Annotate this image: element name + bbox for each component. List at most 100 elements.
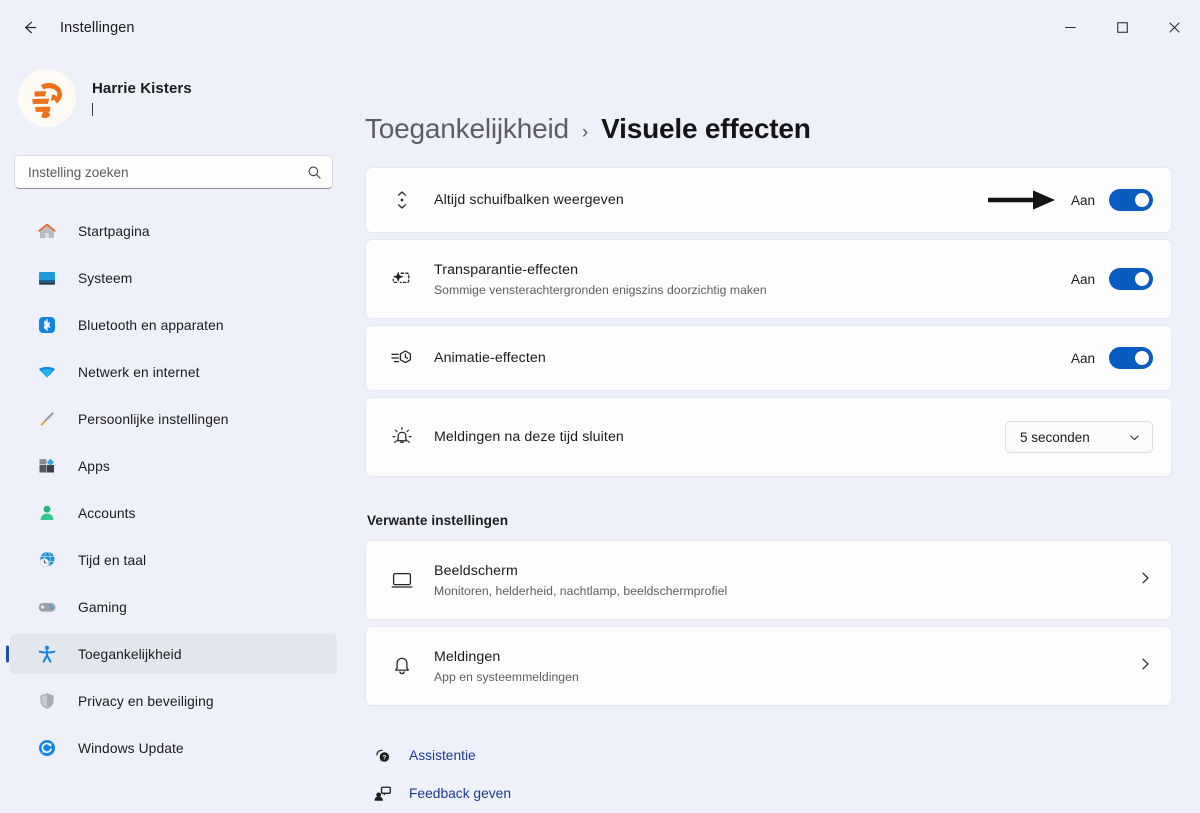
profile-subtitle <box>92 102 192 117</box>
profile-name: Harrie Kisters <box>92 79 192 97</box>
bluetooth-icon <box>36 314 58 336</box>
chevron-right-icon <box>1137 656 1153 677</box>
setting-control: Aan <box>988 189 1153 211</box>
related-row-beeldscherm[interactable]: Beeldscherm Monitoren, helderheid, nacht… <box>365 540 1172 620</box>
back-button[interactable] <box>6 10 52 46</box>
apps-icon <box>36 455 58 477</box>
sidebar-item-label: Bluetooth en apparaten <box>78 317 224 333</box>
sidebar-item-startpagina[interactable]: Startpagina <box>10 211 337 251</box>
close-button[interactable] <box>1148 0 1200 55</box>
setting-title: Animatie-effecten <box>434 350 546 366</box>
footer-link-assistentie[interactable]: ? Assistentie <box>365 736 1172 774</box>
setting-control: Aan <box>1071 268 1153 290</box>
toggle-state-label: Aan <box>1070 350 1095 366</box>
sidebar-item-label: Startpagina <box>78 223 150 239</box>
sidebar-item-label: Gaming <box>78 599 127 615</box>
title-bar: Instellingen <box>0 0 1200 55</box>
setting-row-always-show-scrollbars[interactable]: Altijd schuifbalken weergeven Aan <box>365 167 1172 233</box>
maximize-button[interactable] <box>1096 0 1148 55</box>
search-icon <box>308 166 321 179</box>
setting-row-animation-effects[interactable]: Animatie-effecten Aan <box>365 325 1172 391</box>
gamepad-icon <box>36 596 58 618</box>
sidebar-item-systeem[interactable]: Systeem <box>10 258 337 298</box>
sidebar-item-label: Toegankelijkheid <box>78 646 182 662</box>
sidebar: Harrie Kisters Instelling zoeken Startpa… <box>0 55 347 813</box>
settings-window: Instellingen Harrie Kisters Instelling z… <box>0 0 1200 813</box>
svg-text:?: ? <box>382 754 386 761</box>
home-icon <box>36 220 58 242</box>
search-input[interactable] <box>28 164 307 180</box>
sidebar-item-label: Systeem <box>78 270 133 286</box>
sidebar-item-windows-update[interactable]: Windows Update <box>10 728 337 768</box>
app-title: Instellingen <box>60 19 135 36</box>
related-title: Meldingen <box>434 648 501 665</box>
sidebar-item-gaming[interactable]: Gaming <box>10 587 337 627</box>
toggle-state-label: Aan <box>1070 192 1095 208</box>
related-title: Beeldscherm <box>434 562 518 579</box>
window-body: Harrie Kisters Instelling zoeken Startpa… <box>0 55 1200 813</box>
breadcrumb: Toegankelijkheid › Visuele effecten <box>365 55 1172 167</box>
sidebar-item-label: Windows Update <box>78 740 184 756</box>
user-avatar-icon <box>18 69 76 127</box>
clock-globe-icon <box>36 549 58 571</box>
help-question-icon: ? <box>369 746 395 765</box>
profile-block[interactable]: Harrie Kisters <box>0 55 347 133</box>
setting-control: Aan <box>1071 347 1153 369</box>
toggle-transparency-effects[interactable] <box>1109 268 1153 290</box>
setting-row-dismiss-notifications-after[interactable]: Meldingen na deze tijd sluiten 5 seconde… <box>365 397 1172 477</box>
sidebar-item-label: Persoonlijke instellingen <box>78 411 229 427</box>
minimize-icon <box>1064 26 1076 29</box>
sidebar-item-label: Accounts <box>78 505 136 521</box>
transparency-sparkle-icon <box>384 268 420 290</box>
account-person-icon <box>36 502 58 524</box>
related-text: Beeldscherm Monitoren, helderheid, nacht… <box>434 563 1137 598</box>
profile-text: Harrie Kisters <box>92 79 192 117</box>
sidebar-item-label: Apps <box>78 458 110 474</box>
wifi-icon <box>36 361 58 383</box>
breadcrumb-parent[interactable]: Toegankelijkheid <box>365 113 569 145</box>
scrollbar-arrows-icon <box>384 188 420 212</box>
sidebar-item-accounts[interactable]: Accounts <box>10 493 337 533</box>
search-wrapper <box>0 133 347 189</box>
main-content: Toegankelijkheid › Visuele effecten Alti… <box>347 55 1200 813</box>
window-controls <box>1044 0 1200 55</box>
maximize-icon <box>1116 22 1128 33</box>
sidebar-item-netwerk[interactable]: Netwerk en internet <box>10 352 337 392</box>
sidebar-item-label: Netwerk en internet <box>78 364 200 380</box>
setting-text: Transparantie-effecten Sommige vensterac… <box>434 262 1057 297</box>
dropdown-dismiss-notifications-after[interactable]: 5 seconden <box>1005 421 1153 453</box>
toggle-always-show-scrollbars[interactable] <box>1109 189 1153 211</box>
accessibility-person-icon <box>36 643 58 665</box>
chevron-down-icon <box>1130 434 1139 440</box>
sidebar-item-label: Privacy en beveiliging <box>78 693 214 709</box>
notification-bell-rays-icon <box>384 425 420 449</box>
setting-title: Altijd schuifbalken weergeven <box>434 192 624 208</box>
footer-links: ? Assistentie Feedback geven <box>365 736 1172 813</box>
sidebar-item-toegankelijkheid[interactable]: Toegankelijkheid <box>10 634 337 674</box>
related-text: Meldingen App en systeemmeldingen <box>434 649 1137 684</box>
footer-link-label: Feedback geven <box>409 785 512 801</box>
footer-link-feedback-geven[interactable]: Feedback geven <box>365 774 1172 812</box>
page-title: Visuele effecten <box>601 113 811 144</box>
toggle-animation-effects[interactable] <box>1109 347 1153 369</box>
system-monitor-icon <box>36 267 58 289</box>
display-monitor-icon <box>384 569 420 591</box>
arrow-left-icon <box>24 21 36 34</box>
sidebar-item-bluetooth[interactable]: Bluetooth en apparaten <box>10 305 337 345</box>
setting-title: Meldingen na deze tijd sluiten <box>434 429 624 445</box>
search-box[interactable] <box>14 155 333 189</box>
setting-text: Altijd schuifbalken weergeven <box>434 192 1057 208</box>
setting-row-transparency-effects[interactable]: Transparantie-effecten Sommige vensterac… <box>365 239 1172 319</box>
sidebar-item-privacy[interactable]: Privacy en beveiliging <box>10 681 337 721</box>
setting-subtitle: Sommige vensterachtergronden enigszins d… <box>434 282 767 297</box>
sidebar-item-persoonlijke-instellingen[interactable]: Persoonlijke instellingen <box>10 399 337 439</box>
dropdown-value: 5 seconden <box>1020 429 1090 445</box>
close-icon <box>1168 22 1180 33</box>
footer-link-label: Assistentie <box>409 747 476 763</box>
update-refresh-icon <box>36 737 58 759</box>
breadcrumb-separator: › <box>581 122 589 143</box>
sidebar-item-tijd-en-taal[interactable]: Tijd en taal <box>10 540 337 580</box>
sidebar-item-apps[interactable]: Apps <box>10 446 337 486</box>
related-row-meldingen[interactable]: Meldingen App en systeemmeldingen <box>365 626 1172 706</box>
minimize-button[interactable] <box>1044 0 1096 55</box>
